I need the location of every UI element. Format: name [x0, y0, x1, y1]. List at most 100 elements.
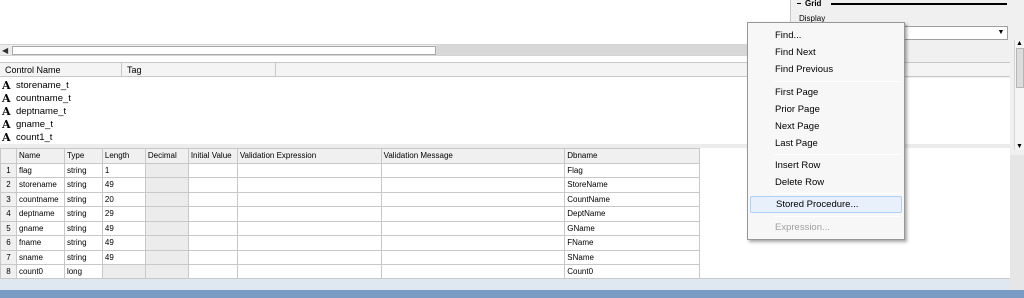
table-row[interactable]: 3 countname string 20 CountName [0, 191, 700, 207]
cell-validation-message[interactable] [380, 249, 566, 265]
cell-decimal[interactable] [144, 191, 189, 207]
cell-validation-message[interactable] [380, 264, 566, 280]
cell-validation-message[interactable] [380, 206, 566, 222]
cell-decimal[interactable] [144, 249, 189, 265]
cell-dbname[interactable]: Count0 [564, 264, 700, 280]
cell-type[interactable]: string [63, 177, 103, 193]
control-list-item[interactable]: A countname_t [2, 92, 71, 105]
grid-header-validation-message[interactable]: Validation Message [380, 148, 566, 164]
menu-item-next-page[interactable]: Next Page [750, 118, 902, 135]
cell-length[interactable]: 49 [101, 177, 146, 193]
cell-validation-message[interactable] [380, 191, 566, 207]
cell-validation-expression[interactable] [236, 162, 382, 178]
cell-validation-message[interactable] [380, 162, 566, 178]
menu-item-delete-row[interactable]: Delete Row [750, 174, 902, 191]
cell-decimal[interactable] [144, 162, 189, 178]
cell-initial-value[interactable] [187, 235, 238, 251]
cell-initial-value[interactable] [187, 264, 238, 280]
cell-validation-expression[interactable] [236, 191, 382, 207]
grid-header-length[interactable]: Length [101, 148, 146, 164]
cell-length[interactable]: 29 [101, 206, 146, 222]
control-list-item[interactable]: A deptname_t [2, 105, 66, 118]
cell-validation-expression[interactable] [236, 249, 382, 265]
table-row[interactable]: 2 storename string 49 StoreName [0, 177, 700, 193]
scroll-left-arrow-icon[interactable]: ◀ [2, 46, 10, 55]
cell-validation-expression[interactable] [236, 235, 382, 251]
cell-decimal[interactable] [144, 235, 189, 251]
cell-dbname[interactable]: GName [564, 220, 700, 236]
column-header-tag[interactable]: Tag [122, 63, 276, 77]
cell-initial-value[interactable] [187, 162, 238, 178]
grid-header-initial-value[interactable]: Initial Value [187, 148, 238, 164]
table-row[interactable]: 5 gname string 49 GName [0, 220, 700, 236]
cell-initial-value[interactable] [187, 177, 238, 193]
scrollbar-thumb[interactable] [1016, 48, 1024, 88]
menu-item-first-page[interactable]: First Page [750, 84, 902, 101]
cell-dbname[interactable]: CountName [564, 191, 700, 207]
cell-initial-value[interactable] [187, 191, 238, 207]
cell-decimal[interactable] [144, 206, 189, 222]
cell-decimal[interactable] [144, 220, 189, 236]
cell-name[interactable]: count0 [15, 264, 65, 280]
menu-item-stored-procedure[interactable]: Stored Procedure... [750, 196, 902, 213]
cell-length[interactable]: 1 [101, 162, 146, 178]
cell-type[interactable]: string [63, 162, 103, 178]
cell-name[interactable]: flag [15, 162, 65, 178]
table-row[interactable]: 8 count0 long Count0 [0, 264, 700, 280]
grid-header-type[interactable]: Type [63, 148, 103, 164]
cell-initial-value[interactable] [187, 206, 238, 222]
properties-scrollbar[interactable]: ▲ ▼ [1014, 40, 1024, 150]
menu-item-find-next[interactable]: Find Next [750, 44, 902, 61]
table-row[interactable]: 1 flag string 1 Flag [0, 162, 700, 178]
cell-validation-message[interactable] [380, 235, 566, 251]
cell-name[interactable]: countname [15, 191, 65, 207]
display-combo[interactable]: ▼ [898, 26, 1008, 40]
menu-item-prior-page[interactable]: Prior Page [750, 101, 902, 118]
cell-length[interactable]: 20 [101, 191, 146, 207]
scrollbar-track[interactable] [436, 45, 790, 55]
cell-initial-value[interactable] [187, 220, 238, 236]
cell-dbname[interactable]: StoreName [564, 177, 700, 193]
cell-validation-expression[interactable] [236, 206, 382, 222]
cell-validation-expression[interactable] [236, 264, 382, 280]
cell-type[interactable]: string [63, 191, 103, 207]
cell-type[interactable]: long [63, 264, 103, 280]
cell-type[interactable]: string [63, 249, 103, 265]
cell-validation-message[interactable] [380, 220, 566, 236]
cell-dbname[interactable]: FName [564, 235, 700, 251]
menu-item-last-page[interactable]: Last Page [750, 135, 902, 152]
menu-item-insert-row[interactable]: Insert Row [750, 157, 902, 174]
cell-validation-message[interactable] [380, 177, 566, 193]
cell-name[interactable]: storename [15, 177, 65, 193]
cell-type[interactable]: string [63, 220, 103, 236]
control-list-item[interactable]: A storename_t [2, 79, 69, 92]
scroll-up-arrow-icon[interactable]: ▲ [1016, 40, 1023, 47]
table-row[interactable]: 4 deptname string 29 DeptName [0, 206, 700, 222]
cell-validation-expression[interactable] [236, 220, 382, 236]
table-row[interactable]: 7 sname string 49 SName [0, 249, 700, 265]
cell-type[interactable]: string [63, 235, 103, 251]
cell-length[interactable]: 49 [101, 220, 146, 236]
cell-name[interactable]: deptname [15, 206, 65, 222]
grid-header-name[interactable]: Name [15, 148, 65, 164]
menu-item-find-previous[interactable]: Find Previous [750, 61, 902, 78]
cell-length[interactable]: 49 [101, 249, 146, 265]
cell-name[interactable]: gname [15, 220, 65, 236]
control-list-item[interactable]: A gname_t [2, 118, 53, 131]
grid-header-decimal[interactable]: Decimal [144, 148, 189, 164]
cell-name[interactable]: sname [15, 249, 65, 265]
table-row[interactable]: 6 fname string 49 FName [0, 235, 700, 251]
cell-type[interactable]: string [63, 206, 103, 222]
cell-initial-value[interactable] [187, 249, 238, 265]
design-surface[interactable] [0, 0, 790, 44]
cell-dbname[interactable]: SName [564, 249, 700, 265]
scrollbar-thumb[interactable] [12, 46, 436, 55]
cell-dbname[interactable]: DeptName [564, 206, 700, 222]
menu-item-find[interactable]: Find... [750, 27, 902, 44]
scroll-down-arrow-icon[interactable]: ▼ [1016, 143, 1023, 150]
grid-header-validation-expression[interactable]: Validation Expression [236, 148, 382, 164]
cell-name[interactable]: fname [15, 235, 65, 251]
control-list-item[interactable]: A count1_t [2, 131, 52, 144]
cell-validation-expression[interactable] [236, 177, 382, 193]
cell-decimal[interactable] [144, 264, 189, 280]
